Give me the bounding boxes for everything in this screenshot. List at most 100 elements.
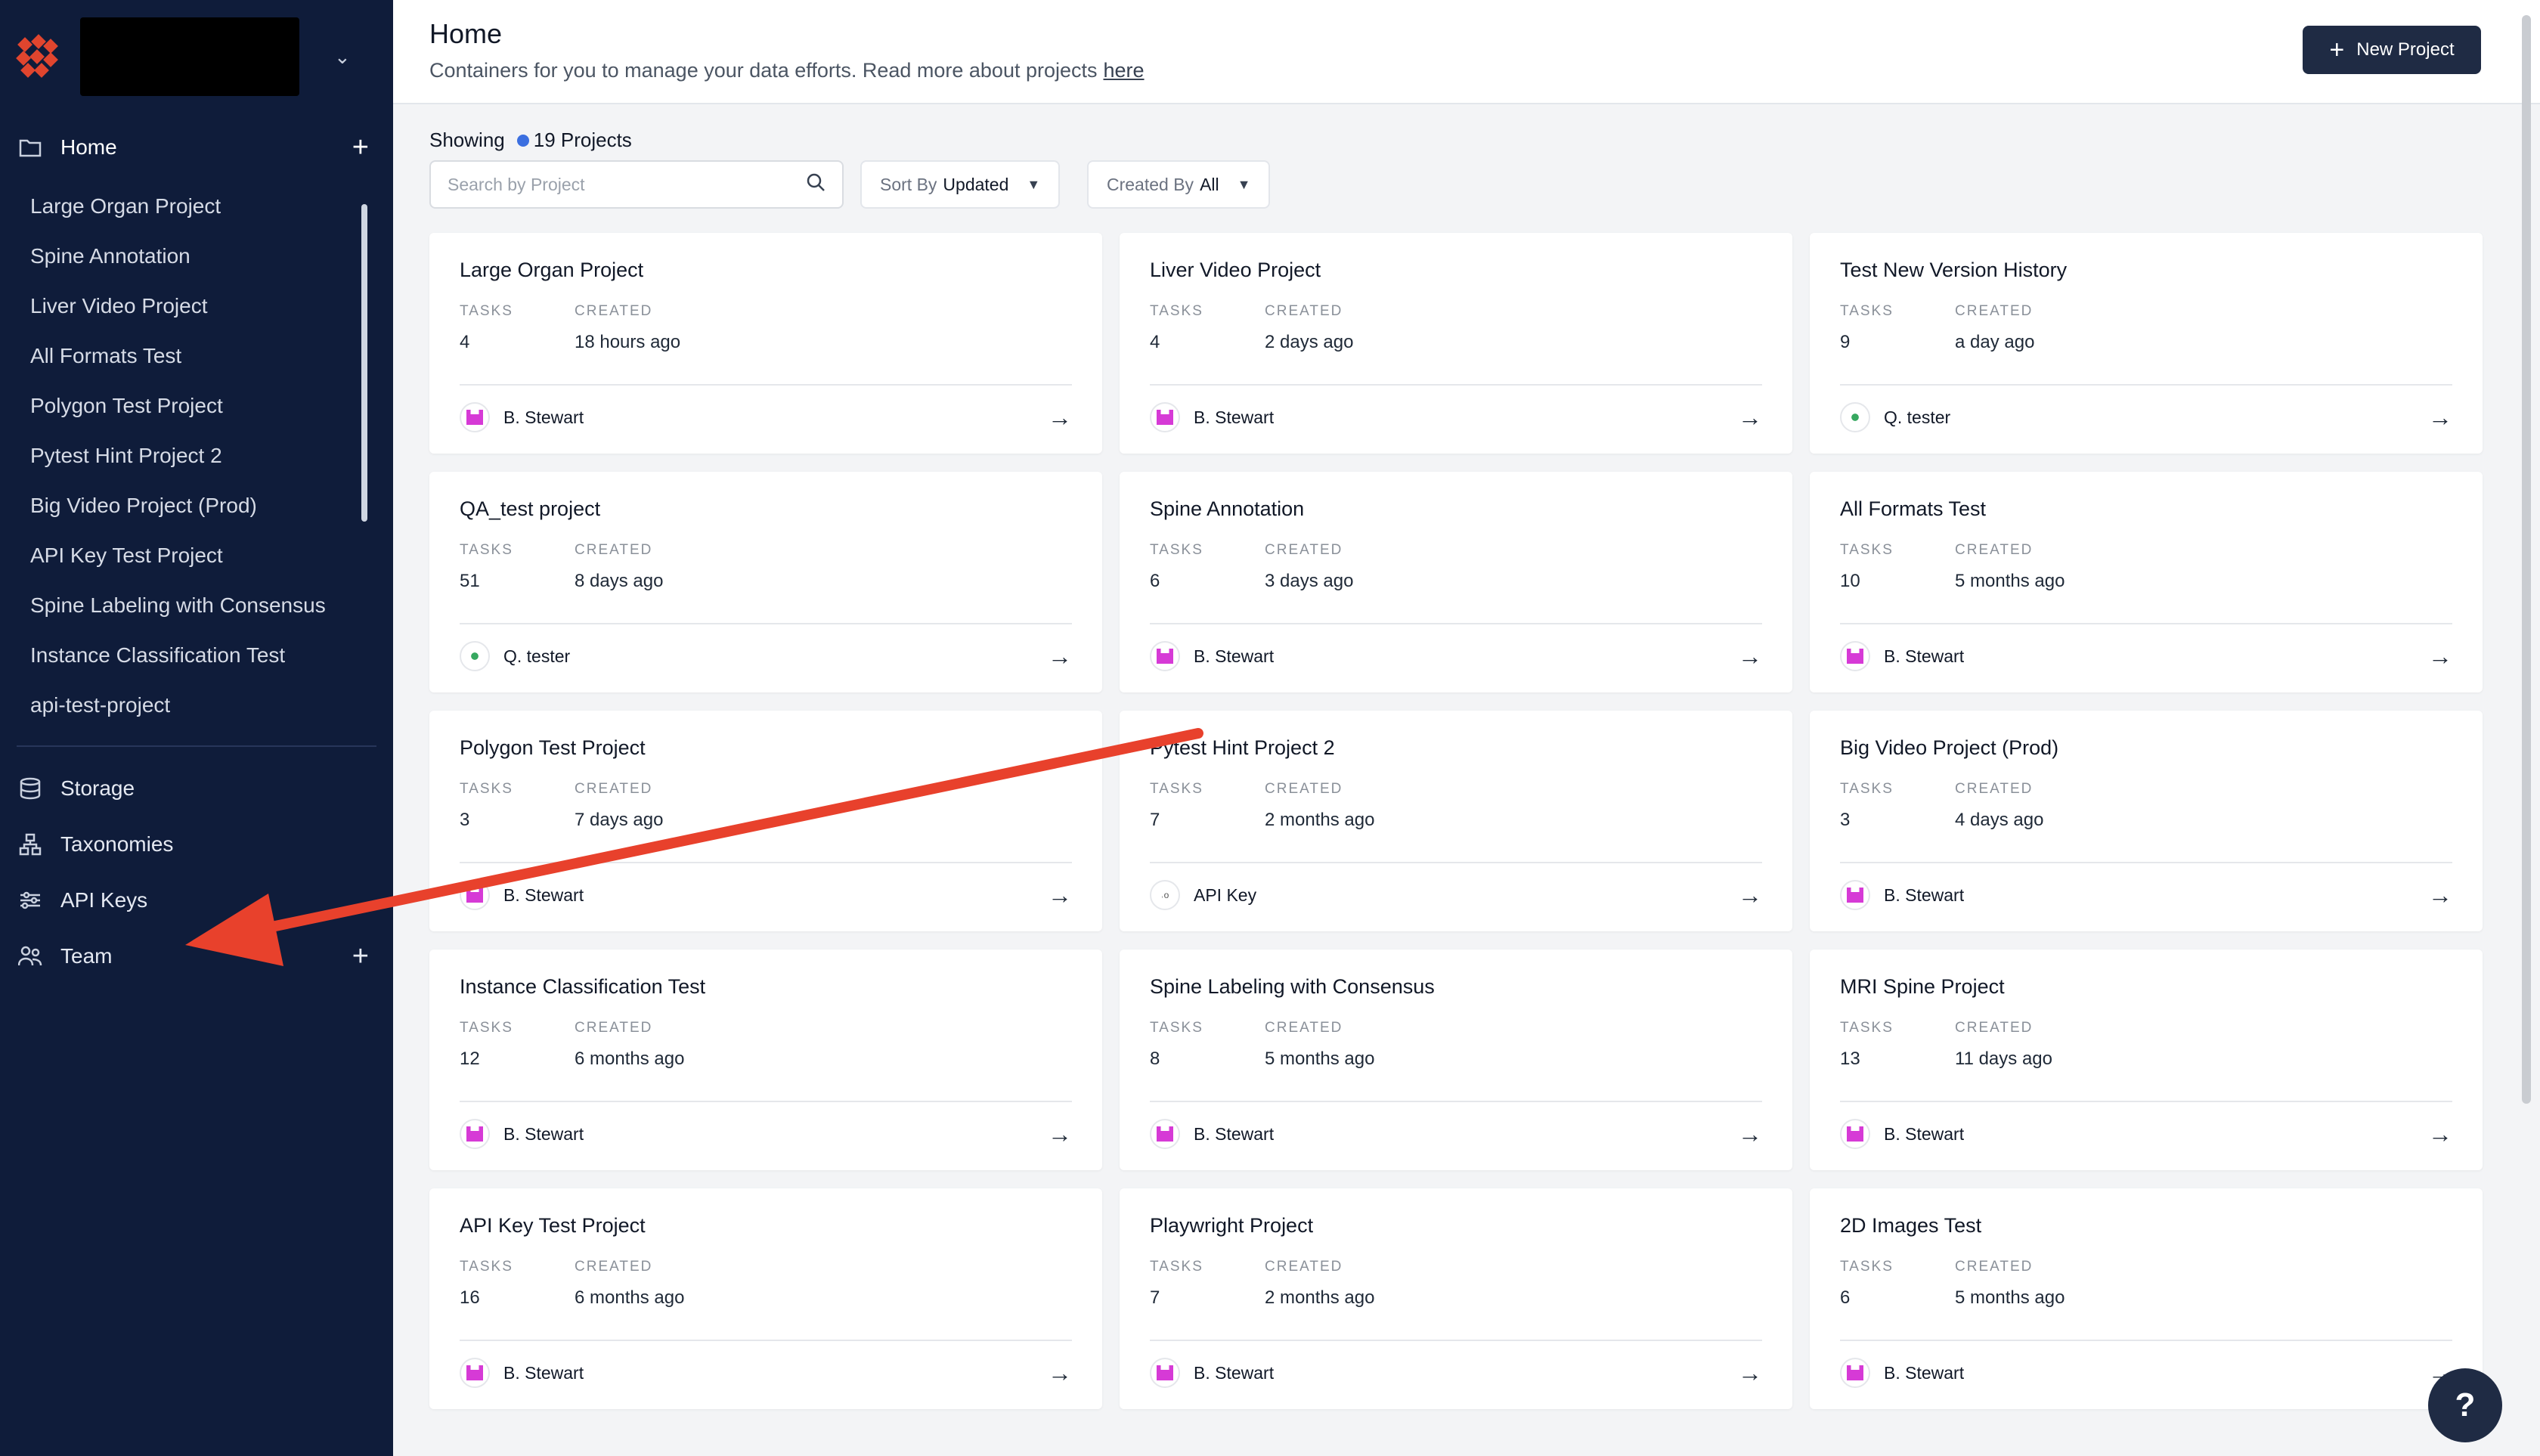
sidebar-project-item[interactable]: Big Video Project (Prod) bbox=[0, 481, 393, 531]
created-label: CREATED bbox=[575, 542, 653, 558]
read-more-link[interactable]: here bbox=[1104, 59, 1145, 82]
arrow-right-icon[interactable]: → bbox=[1048, 643, 1072, 671]
project-card-title[interactable]: Liver Video Project bbox=[1150, 259, 1762, 282]
avatar-icon bbox=[466, 648, 483, 664]
page-subtitle-text: Containers for you to manage your data e… bbox=[429, 59, 1098, 82]
project-card[interactable]: 2D Images Test TASKS 6 CREATED 5 months … bbox=[1810, 1188, 2483, 1409]
tasks-label: TASKS bbox=[1150, 1020, 1203, 1036]
project-card-title[interactable]: Playwright Project bbox=[1150, 1214, 1762, 1238]
project-card[interactable]: Pytest Hint Project 2 TASKS 7 CREATED 2 … bbox=[1120, 711, 1792, 931]
sidebar-item-api-keys[interactable]: API Keys bbox=[0, 872, 393, 928]
chevron-down-icon[interactable]: ⌄ bbox=[334, 45, 351, 69]
card-divider bbox=[1150, 623, 1762, 624]
project-card[interactable]: Spine Annotation TASKS 6 CREATED 3 days … bbox=[1120, 472, 1792, 692]
sidebar-project-item[interactable]: Pytest Hint Project 2 bbox=[0, 431, 393, 481]
project-card[interactable]: Large Organ Project TASKS 4 CREATED 18 h… bbox=[429, 233, 1102, 454]
sidebar-project-item[interactable]: API Key Test Project bbox=[0, 531, 393, 581]
project-card[interactable]: Polygon Test Project TASKS 3 CREATED 7 d… bbox=[429, 711, 1102, 931]
sidebar-project-item[interactable]: Spine Annotation bbox=[0, 231, 393, 281]
project-card[interactable]: Playwright Project TASKS 7 CREATED 2 mon… bbox=[1120, 1188, 1792, 1409]
sidebar-item-taxonomies[interactable]: Taxonomies bbox=[0, 816, 393, 872]
owner-name: B. Stewart bbox=[503, 884, 584, 905]
created-label: CREATED bbox=[575, 1259, 653, 1275]
project-card-footer: B. Stewart → bbox=[1840, 640, 2452, 673]
project-card-title[interactable]: MRI Spine Project bbox=[1840, 975, 2452, 999]
project-card[interactable]: Liver Video Project TASKS 4 CREATED 2 da… bbox=[1120, 233, 1792, 454]
arrow-right-icon[interactable]: → bbox=[1738, 1359, 1762, 1387]
hierarchy-icon bbox=[17, 831, 44, 858]
avatar-icon bbox=[1847, 649, 1863, 664]
owner-name: B. Stewart bbox=[1194, 1362, 1275, 1383]
project-card[interactable]: Spine Labeling with Consensus TASKS 8 CR… bbox=[1120, 949, 1792, 1170]
sidebar-item-home[interactable]: Home + bbox=[0, 113, 393, 181]
project-card-title[interactable]: Pytest Hint Project 2 bbox=[1150, 736, 1762, 760]
sidebar-project-item[interactable]: Instance Classification Test bbox=[0, 630, 393, 680]
project-card[interactable]: All Formats Test TASKS 10 CREATED 5 mont… bbox=[1810, 472, 2483, 692]
page-subtitle: Containers for you to manage your data e… bbox=[429, 59, 1145, 82]
project-card-title[interactable]: Polygon Test Project bbox=[460, 736, 1072, 760]
add-project-icon[interactable]: + bbox=[352, 132, 376, 164]
sliders-icon bbox=[17, 887, 44, 914]
help-button[interactable]: ? bbox=[2428, 1368, 2502, 1442]
sidebar-project-item[interactable]: Polygon Test Project bbox=[0, 381, 393, 431]
arrow-right-icon[interactable]: → bbox=[1048, 1120, 1072, 1148]
project-card-footer: B. Stewart → bbox=[460, 1117, 1072, 1151]
card-divider bbox=[460, 1340, 1072, 1341]
project-card-title[interactable]: API Key Test Project bbox=[460, 1214, 1072, 1238]
chevron-down-icon: ▼ bbox=[1027, 176, 1041, 192]
project-card[interactable]: Big Video Project (Prod) TASKS 3 CREATED… bbox=[1810, 711, 2483, 931]
sidebar-project-item[interactable]: Spine Labeling with Consensus bbox=[0, 581, 393, 630]
sidebar-project-item[interactable]: All Formats Test bbox=[0, 331, 393, 381]
avatar bbox=[1840, 402, 1870, 432]
org-switcher[interactable]: ⌄ bbox=[0, 0, 393, 113]
avatar bbox=[1150, 1358, 1180, 1388]
project-card-footer: B. Stewart → bbox=[1840, 878, 2452, 912]
tasks-label: TASKS bbox=[1150, 542, 1203, 558]
project-card-title[interactable]: QA_test project bbox=[460, 497, 1072, 521]
project-card-title[interactable]: Large Organ Project bbox=[460, 259, 1072, 282]
project-card-title[interactable]: 2D Images Test bbox=[1840, 1214, 2452, 1238]
project-card-title[interactable]: Instance Classification Test bbox=[460, 975, 1072, 999]
arrow-right-icon[interactable]: → bbox=[2428, 404, 2452, 432]
arrow-right-icon[interactable]: → bbox=[1738, 404, 1762, 432]
sidebar-project-item[interactable]: Liver Video Project bbox=[0, 281, 393, 331]
owner-name: B. Stewart bbox=[1884, 1123, 1965, 1144]
created-by-dropdown[interactable]: Created By All ▼ bbox=[1087, 160, 1271, 209]
sidebar-item-storage[interactable]: Storage bbox=[0, 761, 393, 816]
arrow-right-icon[interactable]: → bbox=[1048, 1359, 1072, 1387]
page-scrollbar[interactable] bbox=[2522, 15, 2531, 1104]
project-card-title[interactable]: All Formats Test bbox=[1840, 497, 2452, 521]
arrow-right-icon[interactable]: → bbox=[2428, 1120, 2452, 1148]
project-card[interactable]: QA_test project TASKS 51 CREATED 8 days … bbox=[429, 472, 1102, 692]
sidebar-project-item[interactable]: api-test-project bbox=[0, 680, 393, 730]
sidebar-item-team[interactable]: Team + bbox=[0, 928, 393, 984]
project-card-title[interactable]: Spine Annotation bbox=[1150, 497, 1762, 521]
sort-by-dropdown[interactable]: Sort By Updated ▼ bbox=[860, 160, 1061, 209]
search-icon[interactable] bbox=[806, 172, 826, 197]
project-card-title[interactable]: Big Video Project (Prod) bbox=[1840, 736, 2452, 760]
arrow-right-icon[interactable]: → bbox=[1738, 643, 1762, 671]
count-label: 19 Projects bbox=[533, 129, 632, 151]
arrow-right-icon[interactable]: → bbox=[1738, 1120, 1762, 1148]
project-card[interactable]: Instance Classification Test TASKS 12 CR… bbox=[429, 949, 1102, 1170]
new-project-button[interactable]: + New Project bbox=[2303, 26, 2481, 74]
arrow-right-icon[interactable]: → bbox=[2428, 643, 2452, 671]
arrow-right-icon[interactable]: → bbox=[1048, 404, 1072, 432]
project-card-title[interactable]: Spine Labeling with Consensus bbox=[1150, 975, 1762, 999]
sidebar-project-item[interactable]: Large Organ Project bbox=[0, 181, 393, 231]
arrow-right-icon[interactable]: → bbox=[1048, 881, 1072, 909]
project-count: Showing 19 Projects bbox=[429, 129, 632, 152]
project-card-title[interactable]: Test New Version History bbox=[1840, 259, 2452, 282]
search-input[interactable]: Search by Project bbox=[429, 160, 844, 209]
created-time: 11 days ago bbox=[1955, 1049, 2052, 1069]
add-team-member-icon[interactable]: + bbox=[352, 940, 376, 973]
project-card[interactable]: Test New Version History TASKS 9 CREATED… bbox=[1810, 233, 2483, 454]
arrow-right-icon[interactable]: → bbox=[2428, 881, 2452, 909]
owner-name: B. Stewart bbox=[1884, 884, 1965, 905]
tasks-count: 10 bbox=[1840, 571, 1860, 591]
project-card[interactable]: MRI Spine Project TASKS 13 CREATED 11 da… bbox=[1810, 949, 2483, 1170]
project-card-meta: TASKS 10 CREATED 5 months ago bbox=[1840, 542, 2452, 592]
sidebar-scrollbar[interactable] bbox=[361, 204, 367, 522]
project-card[interactable]: API Key Test Project TASKS 16 CREATED 6 … bbox=[429, 1188, 1102, 1409]
arrow-right-icon[interactable]: → bbox=[1738, 881, 1762, 909]
